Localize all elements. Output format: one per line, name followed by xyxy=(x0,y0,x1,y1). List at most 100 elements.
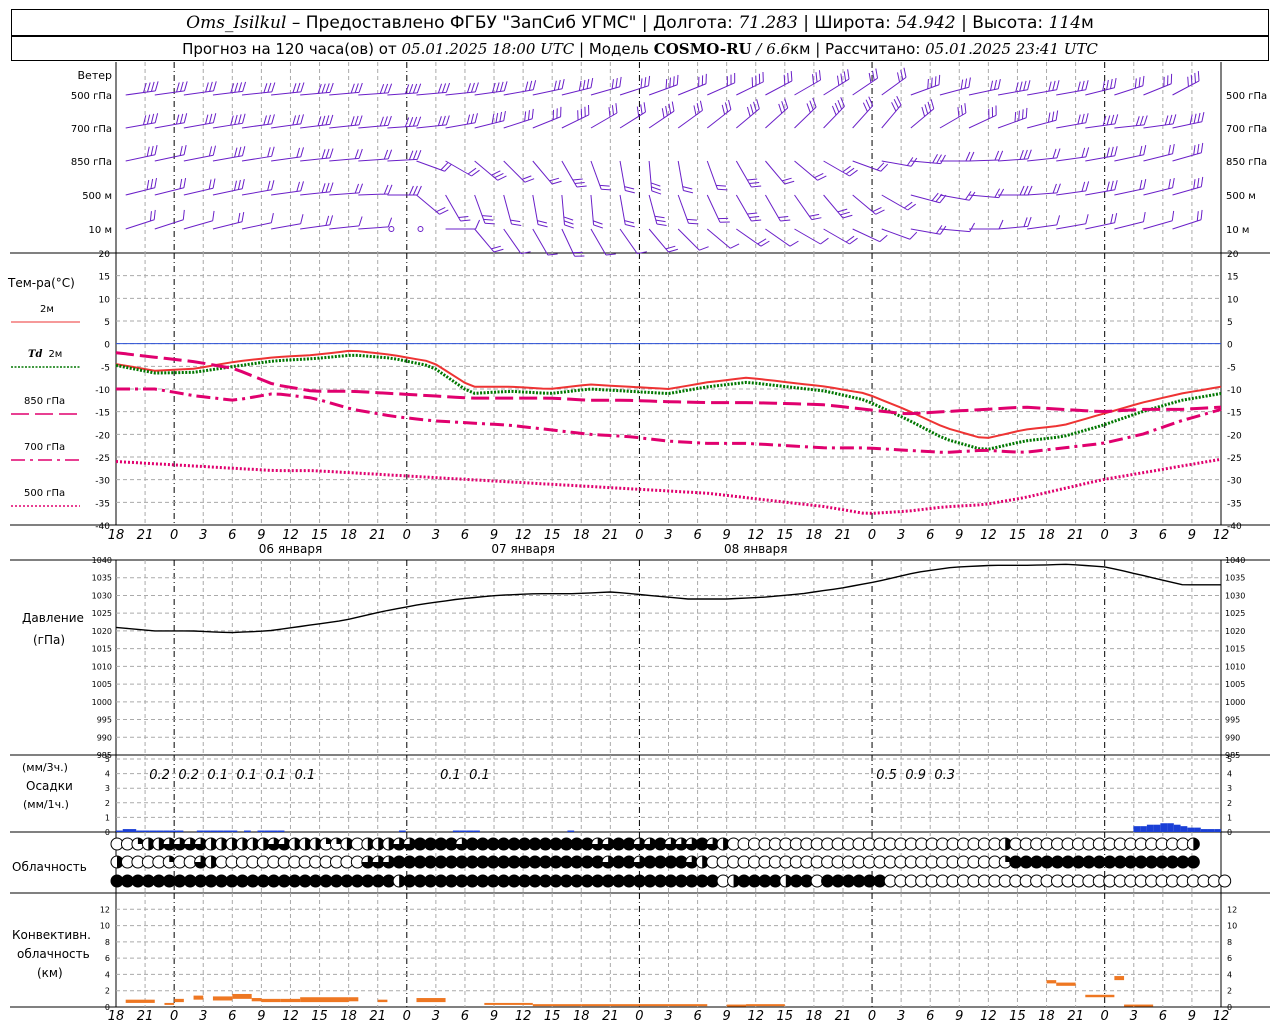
wind-barb xyxy=(619,228,648,255)
precip-3h-label: 0.1 xyxy=(266,768,287,783)
wind-barb xyxy=(1143,143,1175,162)
wind-barb xyxy=(590,103,618,129)
wind-barb xyxy=(125,209,156,230)
pressure-tick-label: 1005 xyxy=(92,680,112,689)
wind-barb xyxy=(1172,71,1200,96)
precip-3h-label: 0.5 xyxy=(876,768,897,783)
temp-tick-label-right: -10 xyxy=(1227,386,1242,396)
precip-tick-label: 2 xyxy=(105,799,110,808)
time-tick-label: 12 xyxy=(980,528,997,543)
precip-tick-label: 3 xyxy=(105,784,110,793)
wind-barb xyxy=(823,228,858,245)
wind-barb xyxy=(1056,214,1089,230)
wind-barb xyxy=(1143,177,1175,196)
convective-tick-label: 8 xyxy=(105,938,110,947)
wind-barb xyxy=(706,228,740,249)
wind-barb xyxy=(765,160,795,185)
time-tick-label: 18 xyxy=(573,528,590,543)
time-bottom-tick-label: 0 xyxy=(1101,1009,1109,1024)
precip-tick-label-right: 4 xyxy=(1227,770,1232,779)
time-tick-label: 21 xyxy=(369,528,386,543)
wind-barb xyxy=(648,101,675,129)
precip-tick-label: 4 xyxy=(105,770,110,779)
temp-tick-label-right: -40 xyxy=(1227,522,1242,532)
wind-barb xyxy=(939,191,976,201)
pressure-tick-label-right: 1005 xyxy=(1225,680,1245,689)
time-tick-label: 18 xyxy=(806,528,823,543)
precip-bar xyxy=(270,830,278,832)
wind-barb xyxy=(648,228,679,253)
wind-barb xyxy=(1114,75,1145,96)
pressure-tick-label-right: 1025 xyxy=(1225,609,1245,618)
precip-bar xyxy=(257,830,265,832)
precip-bar xyxy=(452,830,460,832)
wind-barb xyxy=(300,148,334,162)
wind-barb xyxy=(445,194,471,222)
wind-barb xyxy=(300,82,334,96)
wind-barb xyxy=(241,114,275,129)
wind-barb xyxy=(910,99,935,129)
wind-level-label-right: 850 гПа xyxy=(1226,157,1267,168)
time-tick-label: 18 xyxy=(340,528,357,543)
time-bottom-tick-label: 18 xyxy=(573,1009,590,1024)
convective-bar xyxy=(1124,1004,1154,1007)
wind-barb xyxy=(881,228,918,240)
wind-barb xyxy=(1056,113,1089,129)
temp-axis-title: Тем-ра(°C) xyxy=(7,276,75,290)
wind-barb xyxy=(1114,211,1146,230)
convective-tick-label: 0 xyxy=(105,1003,110,1012)
temp-tick-label: -35 xyxy=(95,499,110,509)
precip-bar xyxy=(176,830,184,832)
wind-barb xyxy=(416,160,452,172)
temp-tick-label-right: 10 xyxy=(1227,295,1239,305)
wind-barb xyxy=(619,75,651,96)
time-bottom-tick-label: 0 xyxy=(635,1009,643,1024)
meteogram-chart: 18 21 0 3 6 9 12 15 18 21 0 3 6 9 12 15 18 21 0 3 6 9 12 15 18 21… xyxy=(7,62,1270,1024)
wind-barb xyxy=(765,228,799,247)
wind-barb xyxy=(823,194,853,219)
time-tick-label: 3 xyxy=(432,528,440,543)
convective-bar xyxy=(232,993,252,999)
wind-barb xyxy=(939,103,967,129)
convective-bar xyxy=(261,998,281,1003)
time-bottom-tick-label: 0 xyxy=(170,1009,178,1024)
wind-barb xyxy=(329,115,363,129)
precip-bar xyxy=(466,830,474,832)
wind-barb xyxy=(532,160,562,185)
wind-barb xyxy=(677,160,694,194)
pressure-tick-label-right: 990 xyxy=(1225,733,1240,742)
wind-barb xyxy=(271,181,304,196)
wind-barb xyxy=(532,79,565,96)
time-bottom-tick-label: 3 xyxy=(432,1009,440,1024)
convective-bar xyxy=(726,1004,747,1007)
time-tick-label: 9 xyxy=(257,528,265,543)
time-bottom-tick-label: 9 xyxy=(490,1009,498,1024)
time-tick-label: 0 xyxy=(403,528,411,543)
precip-bar xyxy=(459,830,467,832)
convective-tick-label-right: 10 xyxy=(1227,922,1237,931)
wind-barb xyxy=(736,228,770,247)
precip-bar xyxy=(264,830,271,832)
wind-barb xyxy=(1085,213,1118,230)
time-tick-label: 21 xyxy=(602,528,619,543)
time-tick-label: 3 xyxy=(897,528,905,543)
convective-bar xyxy=(174,998,184,1003)
wind-barb xyxy=(1027,80,1060,96)
time-bottom-tick-label: 0 xyxy=(868,1009,876,1024)
wind-barb xyxy=(154,209,185,230)
wind-barb xyxy=(561,77,594,96)
time-bottom-tick-label: 3 xyxy=(1130,1009,1138,1024)
wind-barb xyxy=(358,115,392,129)
temp-tick-label: 5 xyxy=(104,318,110,328)
wind-barb xyxy=(852,96,874,129)
pressure-tick-label: 1015 xyxy=(92,645,112,654)
wind-barb xyxy=(619,160,635,194)
wind-barb xyxy=(154,145,187,162)
time-bottom-tick-label: 21 xyxy=(369,1009,386,1024)
wind-barb xyxy=(300,114,334,129)
precip-bar xyxy=(1140,826,1147,832)
wind-barb xyxy=(1027,110,1059,129)
time-tick-label: 3 xyxy=(1130,528,1138,543)
wind-barb xyxy=(590,160,612,191)
wind-barb xyxy=(852,228,888,243)
